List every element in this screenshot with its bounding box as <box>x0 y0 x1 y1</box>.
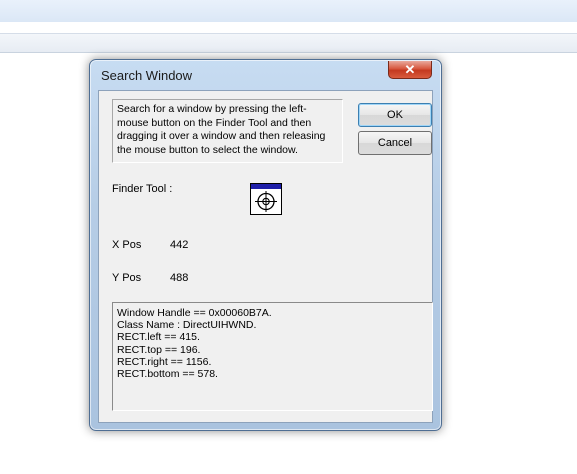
ypos-value: 488 <box>170 272 189 284</box>
close-icon: ✕ <box>404 62 416 77</box>
background-window-title-strip <box>0 0 577 22</box>
search-window-dialog: Search Window ✕ Search for a window by p… <box>89 59 442 431</box>
dialog-client-area: Search for a window by pressing the left… <box>98 90 433 423</box>
window-info-output[interactable]: Window Handle == 0x00060B7A. Class Name … <box>112 302 433 411</box>
ok-button[interactable]: OK <box>358 103 432 127</box>
finder-tool[interactable] <box>250 183 282 215</box>
crosshair-icon <box>255 191 277 212</box>
output-line: RECT.right == 1156. <box>117 355 212 368</box>
ypos-label: Y Pos <box>112 272 142 284</box>
output-line: RECT.left == 415. <box>117 331 200 344</box>
background-toolbar-strip <box>0 33 577 53</box>
output-line: RECT.bottom == 578. <box>117 368 218 381</box>
output-line: RECT.top == 196. <box>117 343 201 356</box>
xpos-value: 442 <box>170 239 189 251</box>
output-line: Window Handle == 0x00060B7A. <box>117 307 272 319</box>
finder-tool-label: Finder Tool : <box>112 183 173 195</box>
output-line: Class Name : DirectUIHWND. <box>117 319 257 332</box>
cancel-button[interactable]: Cancel <box>358 131 432 155</box>
dialog-title: Search Window <box>101 68 193 83</box>
close-button[interactable]: ✕ <box>388 61 432 79</box>
xpos-label: X Pos <box>112 239 142 251</box>
instructions-text: Search for a window by pressing the left… <box>112 99 343 163</box>
